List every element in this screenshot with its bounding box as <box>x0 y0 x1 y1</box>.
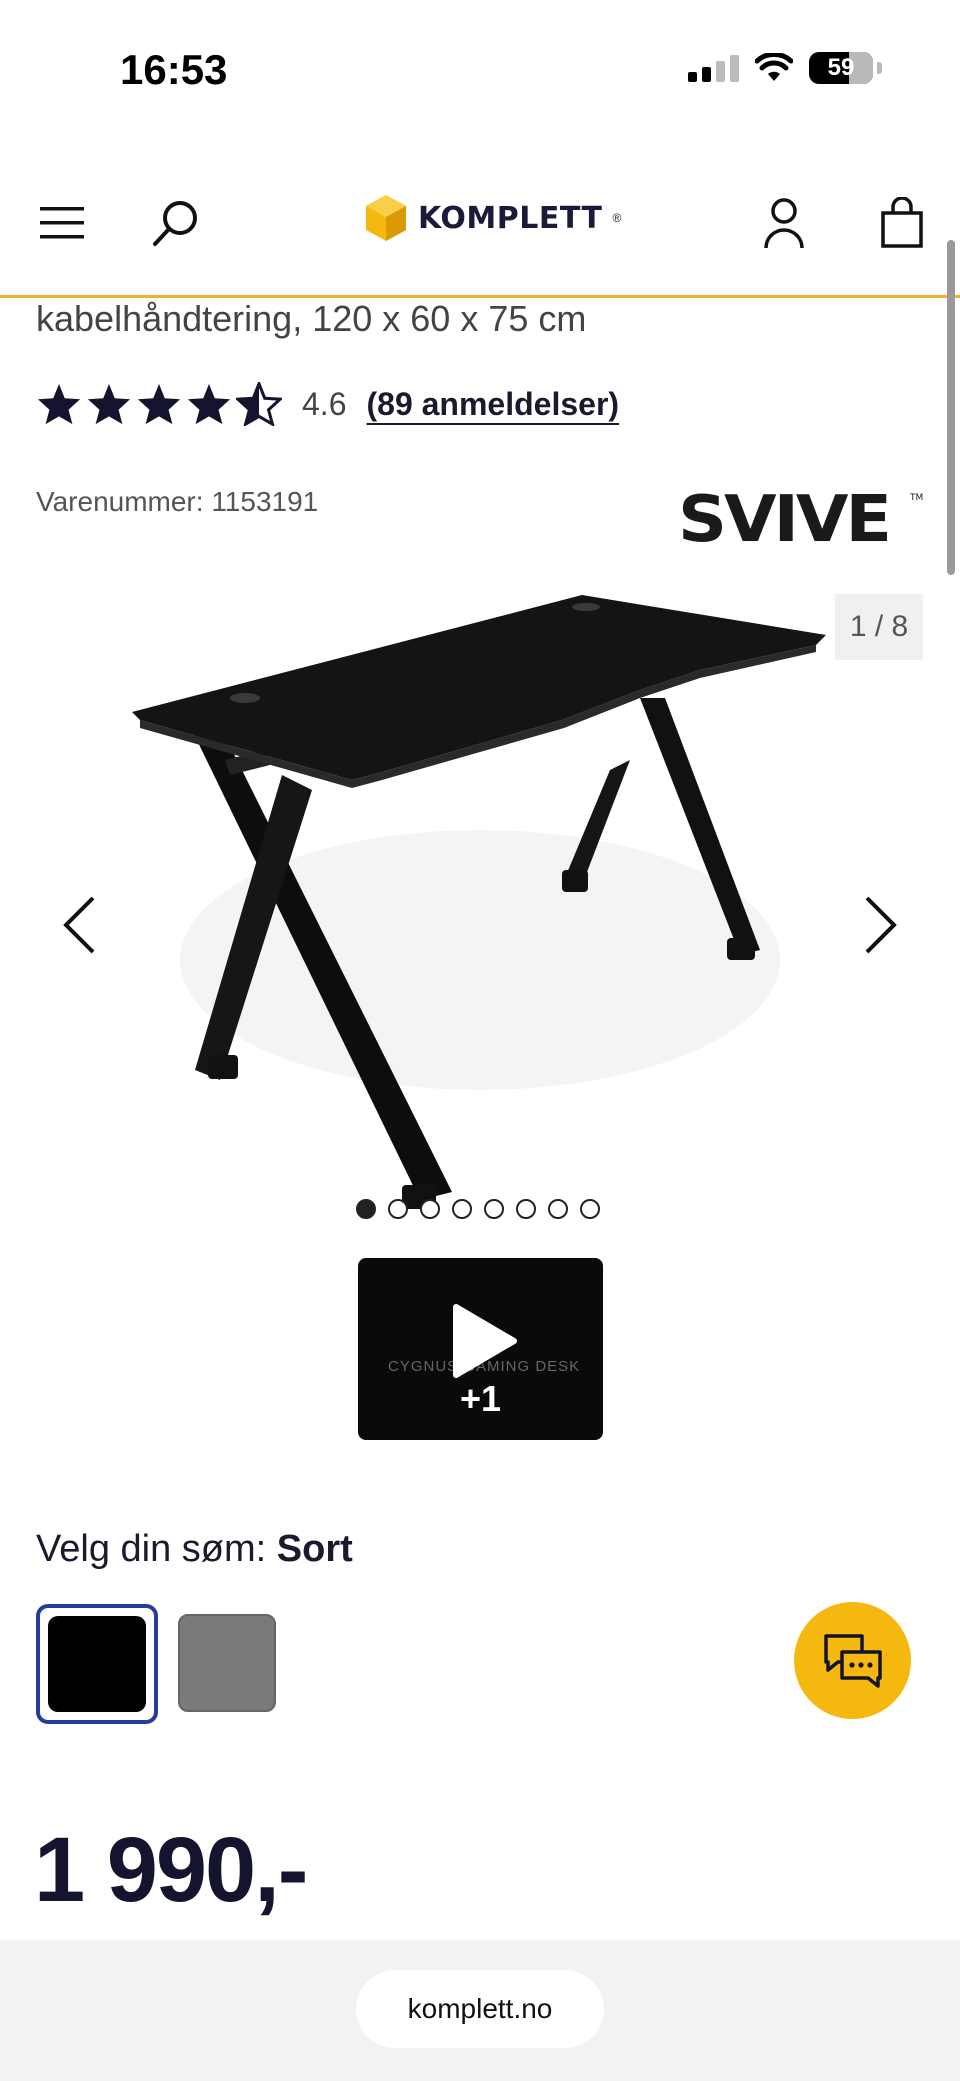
selected-color-name: Sort <box>276 1528 353 1570</box>
star-icon <box>137 383 181 425</box>
battery-level: 59 <box>827 54 855 81</box>
komplett-logo-icon <box>366 195 406 241</box>
menu-button[interactable] <box>34 195 90 251</box>
color-picker-label: Velg din søm: Sort <box>36 1528 353 1571</box>
svive-logo: SVIVE TM <box>678 481 923 557</box>
sku-number: Varenummer: 1153191 <box>36 486 319 517</box>
search-icon <box>153 201 197 246</box>
chevron-right-icon <box>865 896 897 954</box>
chat-icon <box>823 1633 882 1688</box>
pagination-dot[interactable] <box>484 1199 504 1219</box>
svg-text:TM: TM <box>909 493 923 503</box>
status-icons: 59 <box>688 52 882 84</box>
pagination-dot[interactable] <box>516 1199 536 1219</box>
hamburger-icon <box>40 207 84 239</box>
pagination-dot[interactable] <box>420 1199 440 1219</box>
pagination-dot[interactable] <box>452 1199 472 1219</box>
image-gallery[interactable]: 1 / 8 <box>0 580 960 1220</box>
url-bar[interactable]: komplett.no <box>356 1970 604 2048</box>
status-time: 16:53 <box>120 46 228 93</box>
color-picker-prompt: Velg din søm: <box>36 1528 277 1570</box>
battery-tip <box>877 62 882 74</box>
star-icon <box>87 383 131 425</box>
logo-text: KOMPLETT <box>418 200 603 236</box>
user-icon <box>764 198 804 249</box>
rating-stars <box>36 382 282 426</box>
search-button[interactable] <box>148 195 204 251</box>
product-image[interactable] <box>120 580 840 1240</box>
site-header: KOMPLETT ® <box>0 145 960 298</box>
wifi-icon <box>755 53 793 81</box>
color-swatch-black-fill <box>48 1616 146 1712</box>
registered-mark: ® <box>612 211 622 225</box>
play-icon <box>453 1304 517 1378</box>
browser-bottom-bar: komplett.no <box>0 1940 960 2081</box>
cart-button[interactable] <box>874 195 930 251</box>
brand-logo[interactable]: SVIVE TM <box>678 481 924 557</box>
product-title-partial: kabelhåndtering, 120 x 60 x 75 cm <box>36 298 587 339</box>
video-thumbnail[interactable]: CYGNUS GAMING DESK +1 <box>358 1258 603 1440</box>
previous-image-button[interactable] <box>54 890 104 960</box>
account-button[interactable] <box>756 195 812 251</box>
battery-icon: 59 <box>809 52 873 84</box>
pagination-dot[interactable] <box>388 1199 408 1219</box>
scrollbar[interactable] <box>947 240 955 575</box>
reviews-link[interactable]: (89 anmeldelser) <box>366 386 619 423</box>
pagination-dot[interactable] <box>580 1199 600 1219</box>
color-swatch-grey[interactable] <box>178 1614 276 1712</box>
chevron-left-icon <box>63 896 95 954</box>
chat-button[interactable] <box>794 1602 911 1719</box>
half-star-icon <box>236 382 282 426</box>
signal-icon <box>688 54 739 82</box>
rating-value: 4.6 <box>302 385 347 422</box>
color-swatch-black[interactable] <box>36 1604 158 1724</box>
gallery-pagination <box>356 1199 600 1219</box>
shopping-bag-icon <box>881 197 923 248</box>
star-icon <box>187 383 231 425</box>
star-icon <box>37 383 81 425</box>
image-counter: 1 / 8 <box>835 594 923 660</box>
product-price: 1 990,- <box>34 1819 308 1921</box>
pagination-dot[interactable] <box>356 1199 376 1219</box>
more-media-count: +1 <box>459 1378 502 1419</box>
status-bar: 16:53 59 <box>0 0 960 140</box>
product-rating: 4.6 (89 anmeldelser) <box>36 382 619 426</box>
pagination-dot[interactable] <box>548 1199 568 1219</box>
next-image-button[interactable] <box>856 890 906 960</box>
svg-text:SVIVE: SVIVE <box>678 488 889 552</box>
komplett-logo[interactable]: KOMPLETT ® <box>364 193 621 243</box>
